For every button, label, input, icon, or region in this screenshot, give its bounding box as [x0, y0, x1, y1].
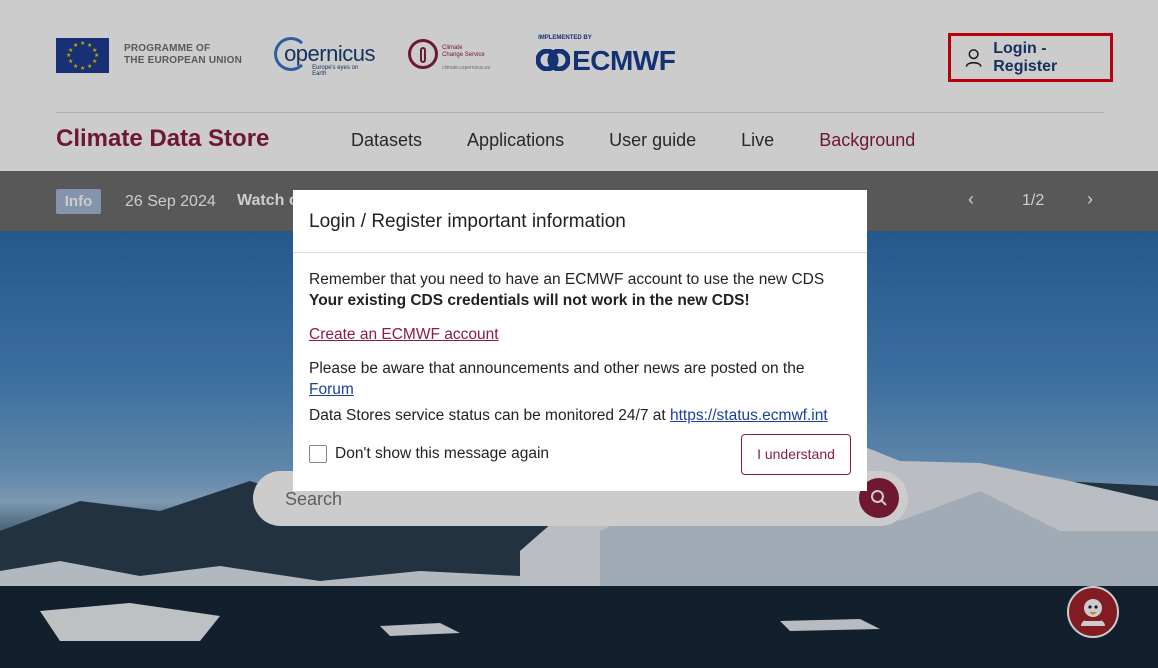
modal-footer: Don't show this message again I understa… [309, 434, 851, 475]
login-info-modal: Login / Register important information R… [293, 190, 867, 491]
dont-show-label[interactable]: Don't show this message again [335, 445, 549, 463]
forum-text: Please be aware that announcements and o… [309, 360, 805, 377]
modal-warning-line: Your existing CDS credentials will not w… [309, 292, 750, 309]
forum-link[interactable]: Forum [309, 381, 354, 398]
create-account-link[interactable]: Create an ECMWF account [309, 326, 499, 343]
modal-info-line: Remember that you need to have an ECMWF … [309, 271, 825, 288]
modal-body: Remember that you need to have an ECMWF … [293, 253, 867, 426]
modal-title: Login / Register important information [293, 190, 867, 253]
i-understand-button[interactable]: I understand [741, 434, 851, 475]
dont-show-checkbox[interactable] [309, 445, 327, 463]
status-text: Data Stores service status can be monito… [309, 407, 670, 424]
status-link[interactable]: https://status.ecmwf.int [670, 407, 828, 424]
